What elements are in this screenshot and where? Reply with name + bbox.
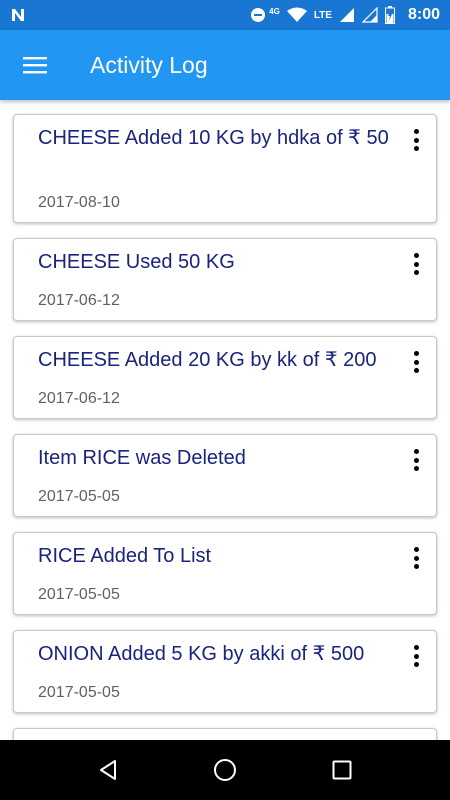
activity-card[interactable]: RICE Added To List 2017-05-05 <box>13 532 437 615</box>
activity-title: CHEESE Added 10 KG by hdka of ₹ 50 <box>38 127 389 149</box>
overflow-menu-icon[interactable] <box>404 127 428 153</box>
wifi-icon <box>286 7 307 22</box>
status-left <box>10 7 26 23</box>
hamburger-menu-icon[interactable] <box>23 56 47 74</box>
activity-title: CHEESE Used 50 KG <box>38 251 235 273</box>
activity-card[interactable]: CHEESE Added 10 KG by hdka of ₹ 50 2017-… <box>13 114 437 223</box>
activity-date: 2017-06-12 <box>38 292 120 309</box>
activity-title: CHEESE Added 20 KG by kk of ₹ 200 <box>38 349 377 371</box>
signal-icon-2 <box>361 7 378 23</box>
activity-card[interactable]: CHEESE Used 50 KG 2017-06-12 <box>13 238 437 321</box>
battery-charging-icon <box>384 6 395 24</box>
recents-button[interactable] <box>322 750 362 790</box>
activity-date: 2017-05-05 <box>38 684 120 701</box>
overflow-menu-icon[interactable] <box>404 643 428 669</box>
status-right: 4G LTE 8:00 <box>250 6 440 24</box>
signal-icon <box>339 8 354 22</box>
notification-n-icon <box>12 9 24 21</box>
status-bar: 4G LTE 8:00 <box>0 0 450 30</box>
overflow-menu-icon[interactable] <box>404 447 428 473</box>
status-time: 8:00 <box>407 6 440 23</box>
activity-card-partial[interactable] <box>13 728 437 740</box>
page-title: Activity Log <box>90 51 208 78</box>
app-bar: Activity Log <box>0 30 450 100</box>
overflow-menu-icon[interactable] <box>404 349 428 375</box>
back-icon[interactable] <box>97 759 119 781</box>
navigation-bar <box>0 740 450 800</box>
activity-title: RICE Added To List <box>38 545 212 567</box>
do-not-disturb-icon <box>251 8 266 22</box>
menu-button[interactable] <box>0 30 70 100</box>
activity-date: 2017-06-12 <box>38 390 120 407</box>
overflow-menu-icon[interactable] <box>404 545 428 571</box>
overflow-menu-icon[interactable] <box>404 251 428 277</box>
activity-card[interactable]: ONION Added 5 KG by akki of ₹ 500 2017-0… <box>13 630 437 713</box>
activity-date: 2017-05-05 <box>38 488 120 505</box>
home-icon[interactable] <box>213 758 237 782</box>
activity-title: Item RICE was Deleted <box>38 447 246 469</box>
recents-icon[interactable] <box>332 760 352 780</box>
activity-date: 2017-08-10 <box>38 194 120 211</box>
activity-card[interactable]: Item RICE was Deleted 2017-05-05 <box>13 434 437 517</box>
network-type-label: 4G <box>269 6 280 16</box>
activity-list[interactable]: CHEESE Added 10 KG by hdka of ₹ 50 2017-… <box>0 100 450 740</box>
activity-title: ONION Added 5 KG by akki of ₹ 500 <box>38 643 365 665</box>
activity-date: 2017-05-05 <box>38 586 120 603</box>
back-button[interactable] <box>88 750 128 790</box>
lte-label: LTE <box>313 9 332 21</box>
home-button[interactable] <box>205 750 245 790</box>
activity-card[interactable]: CHEESE Added 20 KG by kk of ₹ 200 2017-0… <box>13 336 437 419</box>
